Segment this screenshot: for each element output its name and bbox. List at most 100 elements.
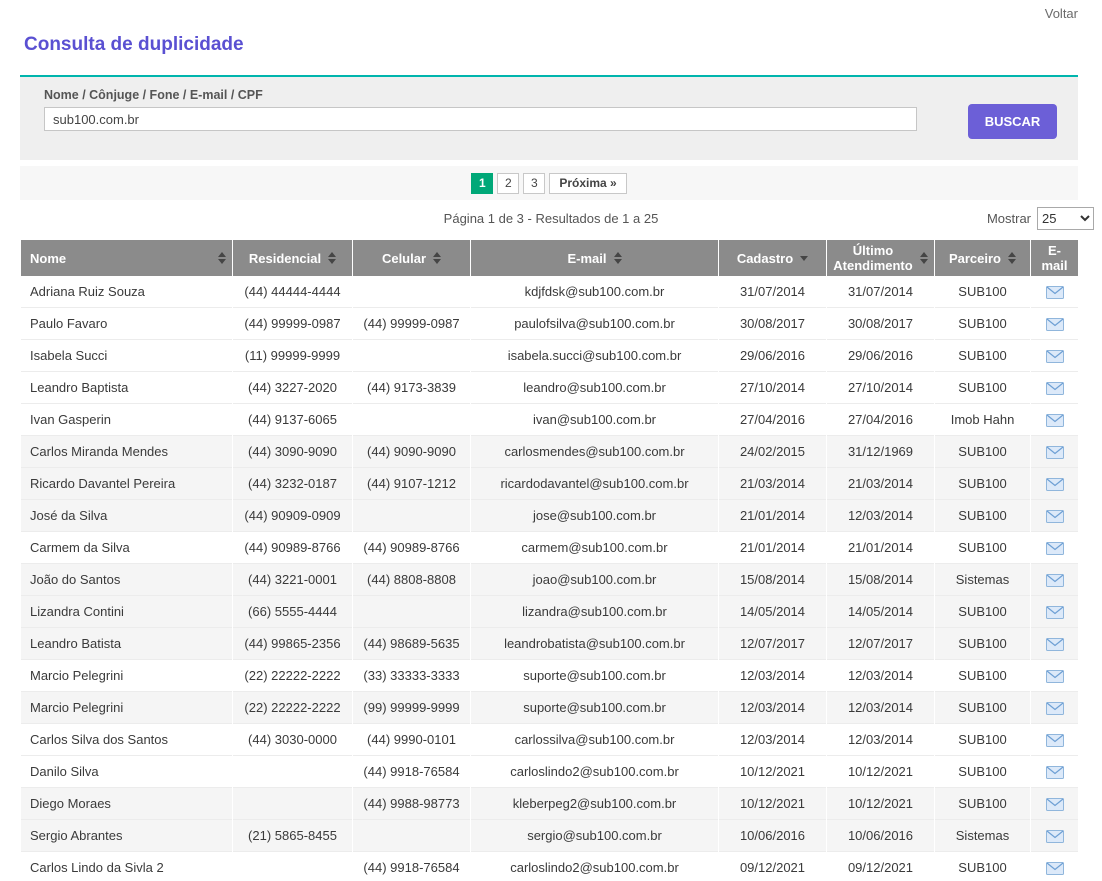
- show-label: Mostrar: [987, 211, 1031, 226]
- cell-email-action: [1031, 436, 1078, 468]
- cell-celular: (44) 9918-76584: [353, 756, 470, 788]
- email-icon[interactable]: [1046, 510, 1064, 523]
- cell-nome: Ivan Gasperin: [21, 404, 232, 436]
- column-header-celular[interactable]: Celular: [353, 240, 470, 276]
- cell-celular: (44) 8808-8808: [353, 564, 470, 596]
- page-button-3[interactable]: 3: [523, 173, 545, 194]
- table-row: Lizandra Contini(66) 5555-4444lizandra@s…: [21, 596, 1078, 628]
- cell-nome: Isabela Succi: [21, 340, 232, 372]
- cell-email-action: [1031, 372, 1078, 404]
- cell-email-action: [1031, 692, 1078, 724]
- cell-nome: Ricardo Davantel Pereira: [21, 468, 232, 500]
- email-icon[interactable]: [1046, 830, 1064, 843]
- email-icon[interactable]: [1046, 638, 1064, 651]
- sort-desc-icon: [800, 256, 808, 261]
- email-icon[interactable]: [1046, 766, 1064, 779]
- cell-parceiro: SUB100: [935, 532, 1030, 564]
- cell-cadastro: 27/10/2014: [719, 372, 826, 404]
- email-icon[interactable]: [1046, 606, 1064, 619]
- email-icon[interactable]: [1046, 382, 1064, 395]
- column-label: Celular: [382, 251, 426, 266]
- cell-parceiro: Imob Hahn: [935, 404, 1030, 436]
- cell-email: carloslindo2@sub100.com.br: [471, 852, 718, 881]
- search-button[interactable]: BUSCAR: [968, 104, 1057, 139]
- email-icon[interactable]: [1046, 670, 1064, 683]
- cell-nome: Leandro Baptista: [21, 372, 232, 404]
- back-link[interactable]: Voltar: [1045, 6, 1078, 21]
- page-button-2[interactable]: 2: [497, 173, 519, 194]
- search-input[interactable]: [44, 107, 917, 131]
- cell-celular: (44) 9990-0101: [353, 724, 470, 756]
- cell-ultimo_atendimento: 10/12/2021: [827, 756, 934, 788]
- cell-nome: Marcio Pelegrini: [21, 692, 232, 724]
- email-icon[interactable]: [1046, 574, 1064, 587]
- cell-ultimo_atendimento: 09/12/2021: [827, 852, 934, 881]
- cell-celular: [353, 500, 470, 532]
- column-header-email[interactable]: E-mail: [471, 240, 718, 276]
- page-button-1[interactable]: 1: [471, 173, 493, 194]
- cell-celular: [353, 276, 470, 308]
- cell-ultimo_atendimento: 21/01/2014: [827, 532, 934, 564]
- cell-ultimo_atendimento: 21/03/2014: [827, 468, 934, 500]
- email-icon[interactable]: [1046, 478, 1064, 491]
- column-header-nome[interactable]: Nome: [21, 240, 232, 276]
- table-row: Marcio Pelegrini(22) 22222-2222(99) 9999…: [21, 692, 1078, 724]
- column-label: Último Atendimento: [833, 243, 913, 273]
- cell-nome: Sergio Abrantes: [21, 820, 232, 852]
- column-header-cadastro[interactable]: Cadastro: [719, 240, 826, 276]
- sort-icon: [218, 252, 226, 264]
- table-row: Sergio Abrantes(21) 5865-8455sergio@sub1…: [21, 820, 1078, 852]
- email-icon[interactable]: [1046, 446, 1064, 459]
- table-header-row: Nome Residencial Celular E-mailCadastroÚlti…: [21, 240, 1078, 276]
- email-icon[interactable]: [1046, 702, 1064, 715]
- cell-email: ricardodavantel@sub100.com.br: [471, 468, 718, 500]
- table-row: Paulo Favaro(44) 99999-0987(44) 99999-09…: [21, 308, 1078, 340]
- cell-celular: (44) 9988-98773: [353, 788, 470, 820]
- cell-email-action: [1031, 564, 1078, 596]
- cell-cadastro: 24/02/2015: [719, 436, 826, 468]
- cell-nome: Marcio Pelegrini: [21, 660, 232, 692]
- cell-parceiro: SUB100: [935, 468, 1030, 500]
- email-icon[interactable]: [1046, 350, 1064, 363]
- cell-ultimo_atendimento: 12/03/2014: [827, 660, 934, 692]
- email-icon[interactable]: [1046, 318, 1064, 331]
- column-header-parceiro[interactable]: Parceiro: [935, 240, 1030, 276]
- table-row: Ivan Gasperin(44) 9137-6065ivan@sub100.c…: [21, 404, 1078, 436]
- cell-email: jose@sub100.com.br: [471, 500, 718, 532]
- email-icon[interactable]: [1046, 798, 1064, 811]
- cell-celular: (33) 33333-3333: [353, 660, 470, 692]
- column-header-ultimo_atendimento[interactable]: Último Atendimento: [827, 240, 934, 276]
- cell-email: leandrobatista@sub100.com.br: [471, 628, 718, 660]
- cell-cadastro: 15/08/2014: [719, 564, 826, 596]
- cell-ultimo_atendimento: 27/04/2016: [827, 404, 934, 436]
- cell-parceiro: SUB100: [935, 660, 1030, 692]
- cell-nome: Carlos Lindo da Sivla 2: [21, 852, 232, 881]
- cell-cadastro: 21/01/2014: [719, 500, 826, 532]
- cell-parceiro: SUB100: [935, 628, 1030, 660]
- table-row: Danilo Silva(44) 9918-76584carloslindo2@…: [21, 756, 1078, 788]
- column-header-residencial[interactable]: Residencial: [233, 240, 352, 276]
- cell-ultimo_atendimento: 30/08/2017: [827, 308, 934, 340]
- email-icon[interactable]: [1046, 862, 1064, 875]
- cell-residencial: (22) 22222-2222: [233, 692, 352, 724]
- cell-parceiro: SUB100: [935, 340, 1030, 372]
- cell-nome: Lizandra Contini: [21, 596, 232, 628]
- cell-email: paulofsilva@sub100.com.br: [471, 308, 718, 340]
- next-page-button[interactable]: Próxima »: [549, 173, 626, 194]
- cell-email: carlossilva@sub100.com.br: [471, 724, 718, 756]
- column-label: Nome: [30, 251, 66, 266]
- cell-residencial: (44) 90989-8766: [233, 532, 352, 564]
- email-icon[interactable]: [1046, 734, 1064, 747]
- page-size-select[interactable]: 25: [1037, 207, 1094, 230]
- cell-parceiro: SUB100: [935, 724, 1030, 756]
- cell-celular: (44) 9090-9090: [353, 436, 470, 468]
- table-row: José da Silva(44) 90909-0909jose@sub100.…: [21, 500, 1078, 532]
- email-icon[interactable]: [1046, 542, 1064, 555]
- cell-email-action: [1031, 500, 1078, 532]
- cell-email: isabela.succi@sub100.com.br: [471, 340, 718, 372]
- email-icon[interactable]: [1046, 414, 1064, 427]
- cell-nome: Leandro Batista: [21, 628, 232, 660]
- cell-cadastro: 10/12/2021: [719, 788, 826, 820]
- cell-email-action: [1031, 468, 1078, 500]
- email-icon[interactable]: [1046, 286, 1064, 299]
